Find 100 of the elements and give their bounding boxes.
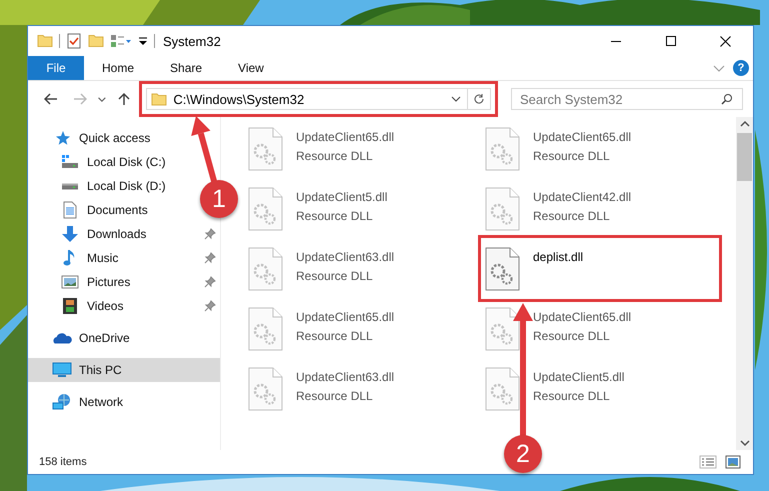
minimize-icon [610,40,620,42]
back-arrow-icon [44,93,58,105]
file-item[interactable]: UpdateClient65.dll Resource DLL [485,303,715,353]
pin-icon[interactable] [204,252,216,264]
sidebar-item[interactable]: Local Disk (D:) [28,174,170,198]
file-icon [485,367,520,411]
sidebar-item[interactable]: Local Disk (C:) [28,150,170,174]
sidebar-label: Documents [87,203,148,217]
sidebar-label: This PC [79,363,122,377]
step-badge: 1 [200,180,238,218]
file-type: Resource DLL [533,149,611,163]
window-title: System32 [163,34,221,48]
expand-ribbon-icon[interactable] [713,64,725,72]
drive-icon [61,155,79,169]
file-icon [248,187,283,231]
computer-icon [52,362,72,378]
file-type: Resource DLL [296,209,374,223]
file-type: Resource DLL [533,389,611,403]
close-icon [720,36,731,46]
help-button[interactable]: ? [733,60,749,76]
large-icons-view-icon[interactable] [725,455,741,469]
sidebar-item[interactable]: Quick access [28,126,154,150]
forward-arrow-icon [73,93,88,105]
sidebar-item[interactable]: Music [28,246,122,270]
scrollbar[interactable] [736,117,753,450]
pin-icon[interactable] [204,300,216,312]
file-item[interactable]: UpdateClient63.dll Resource DLL [248,243,478,293]
film-icon [62,297,78,315]
sidebar-label: Quick access [79,131,150,145]
view-options-icon[interactable] [110,34,132,48]
ribbon-tab[interactable]: Share [152,56,220,80]
star-icon [54,130,70,146]
file-item[interactable]: UpdateClient42.dll Resource DLL [485,183,715,233]
file-item[interactable]: deplist.dll [485,243,715,293]
sidebar-item[interactable]: Downloads [28,222,150,246]
pin-icon[interactable] [204,276,216,288]
sidebar-item[interactable]: Network [28,390,128,414]
drive-icon [61,182,79,190]
file-name: UpdateClient5.dll [296,190,388,204]
file-item[interactable]: UpdateClient5.dll Resource DLL [248,183,478,233]
file-icon [485,127,520,171]
up-arrow-icon [118,92,130,106]
sidebar-item[interactable]: OneDrive [28,326,134,350]
sidebar-label: OneDrive [79,331,130,345]
sidebar-label: Local Disk (C:) [87,155,166,169]
sidebar-label: Downloads [87,227,146,241]
chevron-down-icon[interactable] [451,96,461,102]
ribbon-tab[interactable]: Home [84,56,152,80]
recent-locations-icon[interactable] [98,96,106,102]
file-icon [248,247,283,291]
file-name: UpdateClient5.dll [533,370,624,384]
download-icon [61,225,79,243]
file-name: UpdateClient65.dll [296,310,394,324]
folder-icon [151,92,168,106]
scroll-thumb[interactable] [737,133,752,181]
sidebar-label: Local Disk (D:) [87,179,166,193]
file-icon [485,307,520,351]
file-name: UpdateClient63.dll [296,250,394,264]
file-type: Resource DLL [296,269,374,283]
details-view-icon[interactable] [699,455,717,469]
file-type: Resource DLL [296,329,374,343]
file-icon [248,367,283,411]
file-type: Resource DLL [296,389,374,403]
sidebar-label: Videos [87,299,124,313]
network-icon [52,393,72,411]
arrow [191,116,218,182]
file-name: UpdateClient65.dll [533,130,632,144]
sidebar-item[interactable]: Pictures [28,270,134,294]
sidebar-label: Music [87,251,118,265]
file-icon [248,307,283,351]
pin-icon[interactable] [204,228,216,240]
file-type: Resource DLL [533,209,611,223]
document-icon [62,201,78,219]
ribbon-tab[interactable]: View [220,56,282,80]
file-item[interactable]: UpdateClient5.dll Resource DLL [485,363,715,413]
item-count: 158 items [39,456,87,468]
address-path: C:\Windows\System32 [173,92,306,106]
file-icon [485,247,520,291]
file-menu-button[interactable]: File [28,56,84,80]
properties-icon[interactable] [66,33,82,49]
step-badge: 2 [504,435,542,473]
sidebar-item[interactable]: Videos [28,294,128,318]
sidebar-item[interactable]: Documents [28,198,152,222]
file-name: UpdateClient42.dll [533,190,632,204]
file-item[interactable]: UpdateClient65.dll Resource DLL [248,303,478,353]
file-name: UpdateClient63.dll [296,370,394,384]
file-item[interactable]: UpdateClient63.dll Resource DLL [248,363,478,413]
refresh-icon [473,93,485,105]
maximize-icon [666,36,676,46]
file-item[interactable]: UpdateClient65.dll Resource DLL [248,123,478,173]
file-name: UpdateClient65.dll [296,130,394,144]
dropdown-icon[interactable] [138,36,148,46]
picture-icon [61,275,79,289]
file-name: UpdateClient65.dll [533,310,632,324]
file-icon [248,127,283,171]
file-icon [485,187,520,231]
address-bar[interactable]: C:\Windows\System32 [146,88,491,110]
sidebar-item[interactable]: This PC [28,358,220,382]
sidebar-label: Pictures [87,275,130,289]
file-item[interactable]: UpdateClient65.dll Resource DLL [485,123,715,173]
